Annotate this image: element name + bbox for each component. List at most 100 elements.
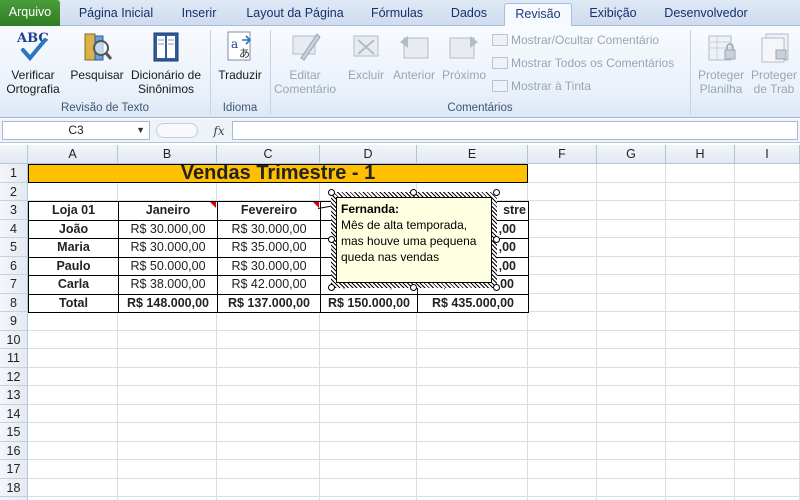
cell-c9[interactable]	[217, 312, 320, 331]
column-header-d[interactable]: D	[320, 145, 417, 164]
resize-handle[interactable]	[410, 189, 417, 196]
cell-d16[interactable]	[320, 441, 417, 460]
cell-f13[interactable]	[528, 386, 597, 405]
cell-f18[interactable]	[528, 478, 597, 497]
cell-g17[interactable]	[597, 460, 666, 479]
cell-i13[interactable]	[735, 386, 800, 405]
cell-a15[interactable]	[28, 423, 118, 442]
tab-desenvolvedor[interactable]: Desenvolvedor	[654, 3, 758, 26]
cell-g14[interactable]	[597, 404, 666, 423]
column-header-i[interactable]: I	[735, 145, 800, 164]
cell-b18[interactable]	[118, 478, 217, 497]
data-cell-a6[interactable]: Paulo	[28, 256, 119, 276]
cell-i16[interactable]	[735, 441, 800, 460]
total-cell-e[interactable]: R$ 435.000,00	[417, 293, 529, 313]
cell-g9[interactable]	[597, 312, 666, 331]
proximo-comentario-button[interactable]: Próximo	[440, 28, 488, 82]
cell-d17[interactable]	[320, 460, 417, 479]
cell-h1[interactable]	[666, 164, 735, 183]
cell-g8[interactable]	[597, 293, 666, 312]
cell-c14[interactable]	[217, 404, 320, 423]
dicionario-sinonimos-button[interactable]: Dicionário de Sinônimos	[126, 28, 206, 96]
cell-a16[interactable]	[28, 441, 118, 460]
excluir-comentario-button[interactable]: Excluir	[344, 28, 388, 82]
row-header-14[interactable]: 14	[0, 404, 28, 423]
cell-f1[interactable]	[528, 164, 597, 183]
row-header-12[interactable]: 12	[0, 367, 28, 386]
data-cell-c7[interactable]: R$ 42.000,00	[217, 275, 321, 295]
data-cell-c4[interactable]: R$ 30.000,00	[217, 219, 321, 239]
data-cell-b7[interactable]: R$ 38.000,00	[118, 275, 218, 295]
row-header-7[interactable]: 7	[0, 275, 28, 294]
cell-d11[interactable]	[320, 349, 417, 368]
cell-f14[interactable]	[528, 404, 597, 423]
data-cell-c6[interactable]: R$ 30.000,00	[217, 256, 321, 276]
insert-function-icon[interactable]: fx	[208, 122, 230, 140]
cell-g11[interactable]	[597, 349, 666, 368]
resize-handle[interactable]	[493, 284, 500, 291]
cell-g6[interactable]	[597, 256, 666, 275]
cell-c18[interactable]	[217, 478, 320, 497]
editar-comentario-button[interactable]: Editar Comentário	[274, 28, 336, 96]
cell-d13[interactable]	[320, 386, 417, 405]
mostrar-tinta-button[interactable]: Mostrar à Tinta	[492, 77, 591, 95]
cell-i11[interactable]	[735, 349, 800, 368]
cell-h9[interactable]	[666, 312, 735, 331]
cell-g12[interactable]	[597, 367, 666, 386]
column-header-c[interactable]: C	[217, 145, 320, 164]
cell-h7[interactable]	[666, 275, 735, 294]
cell-f3[interactable]	[528, 201, 597, 220]
cell-h18[interactable]	[666, 478, 735, 497]
row-header-1[interactable]: 1	[0, 164, 28, 183]
cell-g4[interactable]	[597, 219, 666, 238]
cell-g7[interactable]	[597, 275, 666, 294]
pesquisar-button[interactable]: Pesquisar	[68, 28, 126, 82]
cell-f2[interactable]	[528, 182, 597, 201]
cell-f17[interactable]	[528, 460, 597, 479]
cell-c10[interactable]	[217, 330, 320, 349]
row-header-8[interactable]: 8	[0, 293, 28, 312]
cell-i12[interactable]	[735, 367, 800, 386]
cell-a18[interactable]	[28, 478, 118, 497]
row-header-10[interactable]: 10	[0, 330, 28, 349]
cell-a11[interactable]	[28, 349, 118, 368]
cell-d15[interactable]	[320, 423, 417, 442]
header-cell-b[interactable]: Janeiro	[118, 201, 218, 221]
cell-e12[interactable]	[417, 367, 528, 386]
cell-i7[interactable]	[735, 275, 800, 294]
anterior-comentario-button[interactable]: Anterior	[390, 28, 438, 82]
cell-e15[interactable]	[417, 423, 528, 442]
cell-e11[interactable]	[417, 349, 528, 368]
cell-d12[interactable]	[320, 367, 417, 386]
total-cell-c[interactable]: R$ 137.000,00	[217, 293, 321, 313]
cell-g15[interactable]	[597, 423, 666, 442]
cell-h16[interactable]	[666, 441, 735, 460]
cell-i17[interactable]	[735, 460, 800, 479]
cell-i9[interactable]	[735, 312, 800, 331]
cell-f15[interactable]	[528, 423, 597, 442]
cell-h14[interactable]	[666, 404, 735, 423]
cell-f9[interactable]	[528, 312, 597, 331]
cell-i18[interactable]	[735, 478, 800, 497]
cell-h8[interactable]	[666, 293, 735, 312]
resize-handle[interactable]	[328, 236, 335, 243]
cell-e14[interactable]	[417, 404, 528, 423]
cell-f10[interactable]	[528, 330, 597, 349]
cell-h3[interactable]	[666, 201, 735, 220]
column-header-f[interactable]: F	[528, 145, 597, 164]
sheet-title-cell[interactable]: Vendas Trimestre - 1	[28, 164, 528, 183]
verificar-ortografia-button[interactable]: ABC Verificar Ortografia	[2, 28, 64, 96]
cell-d18[interactable]	[320, 478, 417, 497]
row-header-6[interactable]: 6	[0, 256, 28, 275]
cell-g13[interactable]	[597, 386, 666, 405]
cell-e9[interactable]	[417, 312, 528, 331]
data-cell-a5[interactable]: Maria	[28, 238, 119, 258]
cell-i6[interactable]	[735, 256, 800, 275]
cell-h5[interactable]	[666, 238, 735, 257]
row-header-3[interactable]: 3	[0, 201, 28, 220]
resize-handle[interactable]	[328, 189, 335, 196]
row-header-5[interactable]: 5	[0, 238, 28, 257]
cell-g2[interactable]	[597, 182, 666, 201]
cell-h2[interactable]	[666, 182, 735, 201]
cell-c17[interactable]	[217, 460, 320, 479]
